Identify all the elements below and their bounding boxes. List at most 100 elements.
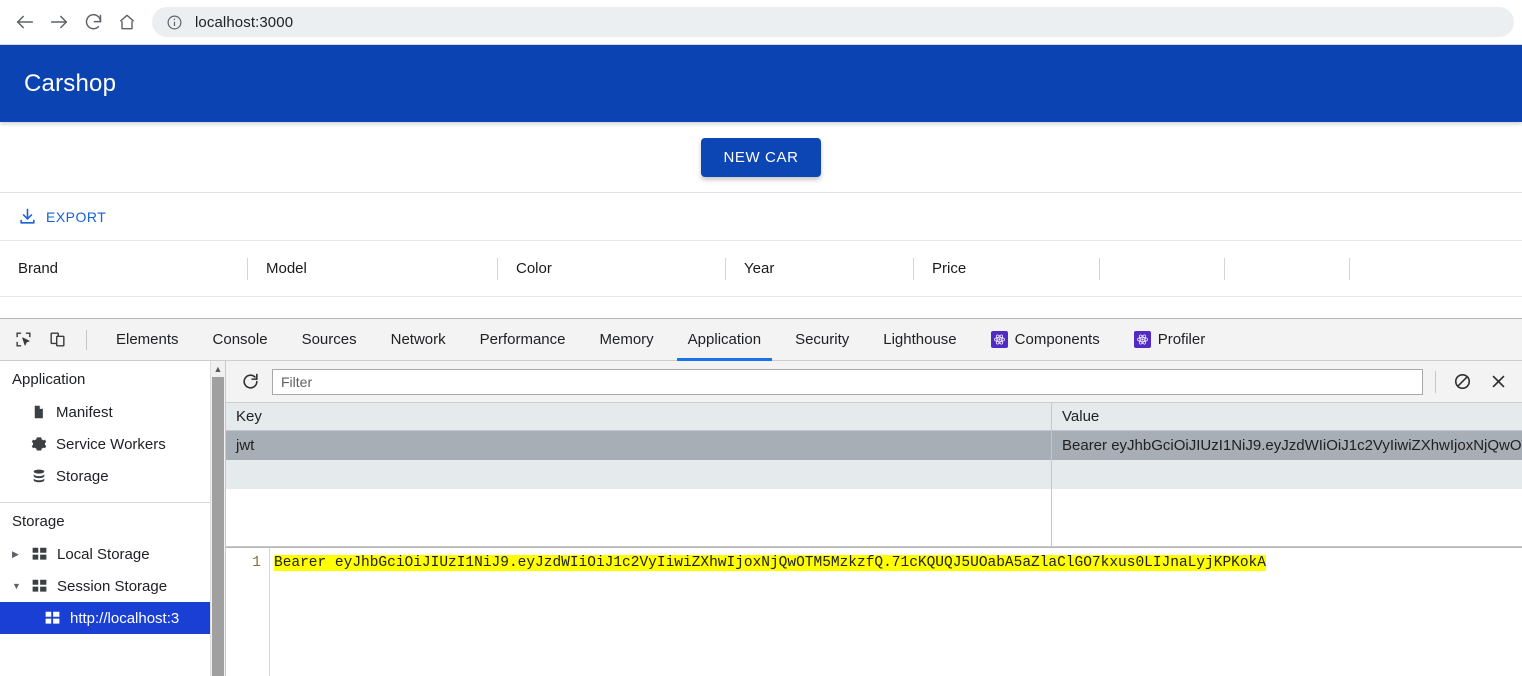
device-toolbar-icon[interactable] — [40, 324, 74, 356]
column-header-actions-2[interactable] — [1225, 241, 1350, 296]
tab-label: Security — [795, 331, 850, 348]
table-grid-icon — [31, 546, 48, 563]
preview-text[interactable]: Bearer eyJhbGciOiJIUzI1NiJ9.eyJzdWIiOiJ1… — [270, 548, 1522, 676]
sidebar-scrollbar[interactable]: ▲ — [210, 361, 225, 676]
react-icon — [1133, 331, 1151, 348]
sidebar-section-storage: Storage — [12, 513, 65, 530]
table-grid-icon — [31, 578, 48, 595]
table-row[interactable]: jwt Bearer eyJhbGciOiJIUzI1NiJ9.eyJzdWIi… — [226, 431, 1522, 460]
column-header-actions-3[interactable] — [1350, 241, 1501, 296]
tab-application[interactable]: Application — [671, 319, 778, 361]
actions-row: NEW CAR — [0, 122, 1522, 192]
grid-toolbar: EXPORT — [0, 193, 1522, 241]
cell-key[interactable] — [226, 460, 1052, 489]
tab-label: Profiler — [1157, 331, 1206, 348]
storage-table-header: Key Value — [226, 403, 1522, 431]
column-header-price[interactable]: Price — [914, 241, 1100, 296]
manifest-document-icon — [30, 404, 47, 421]
sidebar-item-storage[interactable]: Storage — [0, 460, 225, 492]
tab-memory[interactable]: Memory — [583, 319, 671, 361]
line-number-gutter: 1 — [226, 548, 270, 676]
column-header-label: Color — [516, 260, 552, 277]
info-circle-icon[interactable] — [166, 14, 183, 31]
delete-x-icon[interactable] — [1484, 368, 1512, 396]
column-header-label: Brand — [18, 260, 59, 277]
tab-label: Elements — [116, 331, 179, 348]
tab-network[interactable]: Network — [374, 319, 463, 361]
tab-elements[interactable]: Elements — [99, 319, 196, 361]
storage-panel: Key Value jwt Bearer eyJhbGciOiJIUzI1NiJ… — [226, 361, 1522, 676]
cell-value[interactable]: Bearer eyJhbGciOiJIUzI1NiJ9.eyJzdWIiOiJ1… — [1052, 431, 1522, 460]
scrollbar-thumb[interactable] — [212, 377, 224, 676]
table-blank-area — [226, 489, 1522, 547]
column-header-actions-1[interactable] — [1100, 241, 1225, 296]
storage-table: Key Value jwt Bearer eyJhbGciOiJIUzI1NiJ… — [226, 403, 1522, 547]
tab-sources[interactable]: Sources — [285, 319, 374, 361]
tab-label: Performance — [479, 331, 566, 348]
address-bar[interactable]: localhost:3000 — [152, 7, 1514, 37]
sidebar-item-label: http://localhost:3 — [70, 609, 180, 627]
storage-toolbar — [226, 361, 1522, 403]
chevron-right-icon[interactable]: ▶ — [12, 549, 22, 559]
cell-key[interactable]: jwt — [226, 431, 1052, 460]
value-preview: 1 Bearer eyJhbGciOiJIUzI1NiJ9.eyJzdWIiOi… — [226, 547, 1522, 676]
table-grid-icon — [44, 610, 61, 627]
tab-performance[interactable]: Performance — [463, 319, 583, 361]
inspect-element-icon[interactable] — [6, 324, 40, 356]
react-icon — [990, 331, 1008, 348]
sidebar-section-application: Application — [12, 371, 86, 388]
tab-label: Lighthouse — [883, 331, 957, 348]
filter-input[interactable] — [272, 368, 1423, 395]
home-icon[interactable] — [110, 5, 144, 39]
column-header-value[interactable]: Value — [1052, 403, 1522, 430]
sidebar-item-label: Service Workers — [56, 435, 166, 453]
sidebar-item-label: Manifest — [56, 403, 113, 421]
column-header-key[interactable]: Key — [226, 403, 1052, 430]
tab-label: Application — [687, 331, 762, 348]
tab-security[interactable]: Security — [778, 319, 866, 361]
save-alt-icon — [18, 207, 37, 226]
page-title: Carshop — [24, 69, 117, 97]
column-header-model[interactable]: Model — [248, 241, 498, 296]
address-bar-url: localhost:3000 — [195, 13, 294, 31]
column-header-label: Year — [744, 260, 775, 277]
column-header-brand[interactable]: Brand — [0, 241, 248, 296]
devtools-tabbar: Elements Console Sources Network Perform… — [0, 319, 1522, 361]
car-data-grid: EXPORT Brand Model Color Year Price — [0, 192, 1522, 297]
reload-icon[interactable] — [76, 5, 110, 39]
new-car-button[interactable]: NEW CAR — [701, 137, 821, 177]
refresh-icon[interactable] — [236, 368, 264, 396]
forward-icon[interactable] — [42, 5, 76, 39]
export-button[interactable]: EXPORT — [12, 203, 112, 230]
tab-console[interactable]: Console — [196, 319, 285, 361]
tab-label: Components — [1014, 331, 1100, 348]
sidebar-item-local-storage[interactable]: ▶ Local Storage — [0, 538, 225, 570]
tab-components[interactable]: Components — [974, 319, 1117, 361]
sidebar-item-session-storage-origin[interactable]: http://localhost:3 — [0, 602, 225, 634]
tab-lighthouse[interactable]: Lighthouse — [866, 319, 973, 361]
toolbar-divider — [1435, 370, 1436, 393]
column-header-label: Model — [266, 260, 307, 277]
cell-value[interactable] — [1052, 460, 1522, 489]
column-header-color[interactable]: Color — [498, 241, 726, 296]
web-page: Carshop NEW CAR EXPORT Brand Model Color — [0, 45, 1522, 320]
tab-label: Console — [212, 331, 268, 348]
devtools-body: Application Manifest Service Workers Sto… — [0, 361, 1522, 676]
back-icon[interactable] — [8, 5, 42, 39]
toolbar-divider — [86, 329, 87, 350]
sidebar-item-session-storage[interactable]: ▼ Session Storage — [0, 570, 225, 602]
table-row-empty[interactable] — [226, 460, 1522, 489]
tab-label: Network — [390, 331, 446, 348]
gear-icon — [30, 436, 47, 453]
chevron-down-icon[interactable]: ▼ — [12, 581, 22, 591]
export-button-label: EXPORT — [46, 208, 107, 225]
tab-label: Memory — [599, 331, 654, 348]
sidebar-item-manifest[interactable]: Manifest — [0, 396, 225, 428]
scroll-up-icon[interactable]: ▲ — [211, 361, 225, 376]
sidebar-item-service-workers[interactable]: Service Workers — [0, 428, 225, 460]
application-sidebar: Application Manifest Service Workers Sto… — [0, 361, 226, 676]
tab-profiler[interactable]: Profiler — [1117, 319, 1223, 361]
grid-column-headers: Brand Model Color Year Price — [0, 241, 1522, 297]
column-header-year[interactable]: Year — [726, 241, 914, 296]
clear-all-icon[interactable] — [1448, 368, 1476, 396]
